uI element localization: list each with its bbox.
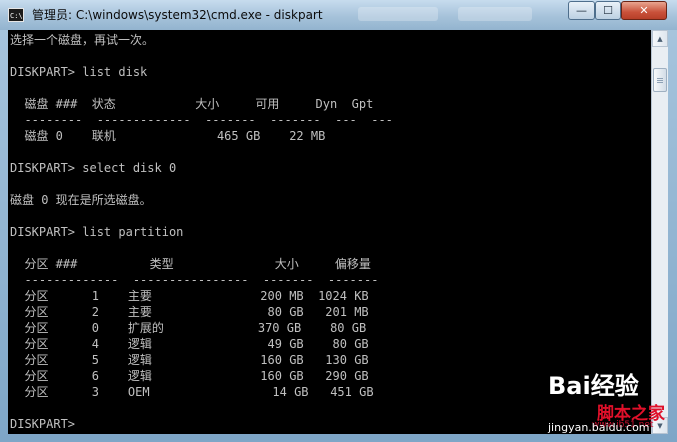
console-line: 磁盘 ### 状态 大小 可用 Dyn Gpt — [10, 97, 374, 111]
scroll-up-button[interactable]: ▲ — [652, 30, 668, 47]
console-line: 磁盘 0 现在是所选磁盘。 — [10, 193, 152, 207]
close-button[interactable]: ✕ — [621, 1, 667, 20]
background-tab-ghost — [358, 7, 438, 21]
window-title: 管理员: C:\windows\system32\cmd.exe - diskp… — [32, 8, 323, 22]
console-line: 磁盘 0 联机 465 GB 22 MB — [10, 129, 326, 143]
console-line: 分区 1 主要 200 MB 1024 KB — [10, 289, 369, 303]
scroll-thumb[interactable] — [653, 68, 667, 92]
cmd-app-icon[interactable]: C:\ — [8, 8, 24, 22]
cmd-window: C:\ 管理员: C:\windows\system32\cmd.exe - d… — [0, 0, 677, 442]
console-line: 分区 6 逻辑 160 GB 290 GB — [10, 369, 369, 383]
console-line: DISKPART> list partition — [10, 225, 184, 239]
console-line: DISKPART> list disk — [10, 65, 148, 79]
maximize-button[interactable]: ☐ — [595, 1, 621, 20]
console-line: ------------- ---------------- ------- -… — [10, 273, 379, 287]
console-line: DISKPART> — [10, 417, 83, 431]
console-line: 分区 ### 类型 大小 偏移量 — [10, 257, 371, 271]
minimize-button[interactable]: — — [568, 1, 595, 20]
console-line: 分区 4 逻辑 49 GB 80 GB — [10, 337, 369, 351]
vertical-scrollbar[interactable]: ▲ ▼ — [651, 30, 668, 434]
console-line: 分区 3 OEM 14 GB 451 GB — [10, 385, 374, 399]
baidu-url-watermark: jingyan.baidu.com — [548, 421, 650, 434]
console-line: -------- ------------- ------- ------- -… — [10, 113, 393, 127]
baidu-watermark: Bai经验 — [548, 372, 639, 400]
background-tab-ghost — [458, 7, 532, 21]
console-line: 选择一个磁盘，再试一次。 — [10, 33, 155, 47]
title-bar[interactable]: C:\ 管理员: C:\windows\system32\cmd.exe - d… — [0, 0, 677, 30]
console-line: 分区 2 主要 80 GB 201 MB — [10, 305, 369, 319]
console-line: 分区 0 扩展的 370 GB 80 GB — [10, 321, 367, 335]
console-line: 分区 5 逻辑 160 GB 130 GB — [10, 353, 369, 367]
console-line: DISKPART> select disk 0 — [10, 161, 177, 175]
